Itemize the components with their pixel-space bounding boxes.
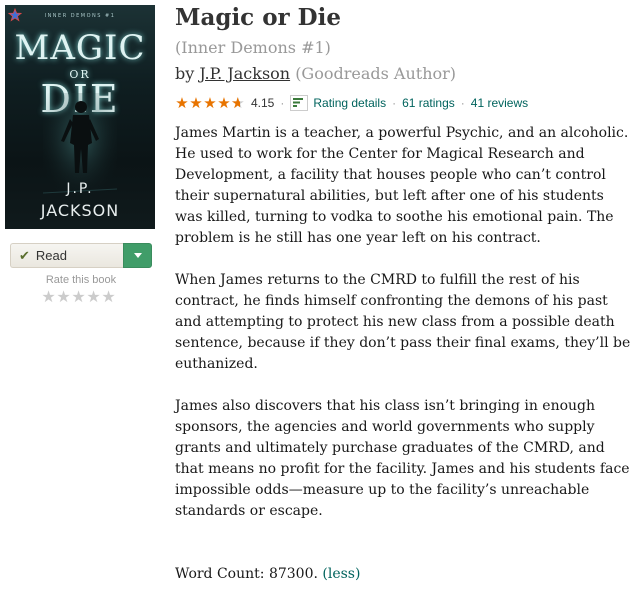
separator-dot: · — [280, 96, 285, 110]
rating-row: ★ ★ ★ ★ ★ ★ 4.15 · Rating details · 61 ra… — [175, 94, 528, 112]
rating-details-link[interactable]: Rating details — [313, 96, 386, 110]
cover-series-line: INNER DEMONS #1 — [44, 13, 116, 19]
cover-author-surname: JACKSON — [40, 201, 120, 220]
average-rating-value: 4.15 — [251, 96, 275, 110]
avg-star-3-icon: ★ — [203, 93, 217, 112]
average-rating-stars: ★ ★ ★ ★ ★ ★ — [175, 93, 245, 112]
avg-star-2-icon: ★ — [189, 93, 203, 112]
user-rating-stars: ★ ★ ★ ★ ★ — [41, 289, 116, 305]
avg-star-1-icon: ★ — [175, 93, 189, 112]
cover-title-magic: MAGIC — [14, 28, 146, 68]
cover-author-initials: J.P. — [66, 181, 94, 197]
rate-this-book-label: Rate this book — [45, 274, 117, 286]
rate-star-3-icon[interactable]: ★ — [71, 289, 86, 305]
rate-star-2-icon[interactable]: ★ — [56, 289, 71, 305]
ratings-count-link[interactable]: 61 ratings — [402, 96, 455, 110]
checkmark-icon: ✔ — [19, 247, 30, 263]
reviews-count-link[interactable]: 41 reviews — [471, 96, 528, 110]
separator-dot: · — [460, 96, 465, 110]
shelf-dropdown-button[interactable] — [123, 243, 152, 268]
byline: by J.P. Jackson (Goodreads Author) — [175, 64, 456, 83]
read-status-label: Read — [35, 248, 67, 263]
author-role: (Goodreads Author) — [295, 64, 457, 83]
description-paragraph: When James returns to the CMRD to fulfil… — [175, 272, 631, 372]
series-link[interactable]: (Inner Demons #1) — [175, 38, 331, 57]
description-paragraph: James also discovers that his class isn’… — [175, 398, 630, 519]
rate-star-4-icon[interactable]: ★ — [86, 289, 101, 305]
avg-star-5-partial-icon: ★ ★ — [231, 93, 245, 112]
word-count-line: Word Count: 87300. (less) — [175, 564, 360, 585]
separator-dot: · — [392, 96, 397, 110]
rating-details-icon[interactable] — [290, 95, 309, 111]
author-link[interactable]: J.P. Jackson — [199, 64, 290, 83]
avg-star-4-icon: ★ — [217, 93, 231, 112]
word-count: Word Count: 87300. — [175, 566, 318, 582]
book-title: Magic or Die — [175, 4, 341, 31]
shelf-button-group: ✔ Read — [10, 243, 152, 270]
less-link[interactable]: (less) — [322, 566, 360, 582]
caret-down-icon — [133, 253, 142, 258]
read-status-button[interactable]: ✔ Read — [10, 243, 123, 268]
rate-star-1-icon[interactable]: ★ — [41, 289, 56, 305]
rate-star-5-icon[interactable]: ★ — [101, 289, 116, 305]
book-description: James Martin is a teacher, a powerful Ps… — [175, 123, 635, 543]
description-paragraph: James Martin is a teacher, a powerful Ps… — [175, 125, 629, 246]
by-label: by — [175, 64, 195, 83]
book-cover[interactable]: INNER DEMONS #1 MAGIC OR DIE J.P. JACKSO… — [5, 5, 155, 229]
